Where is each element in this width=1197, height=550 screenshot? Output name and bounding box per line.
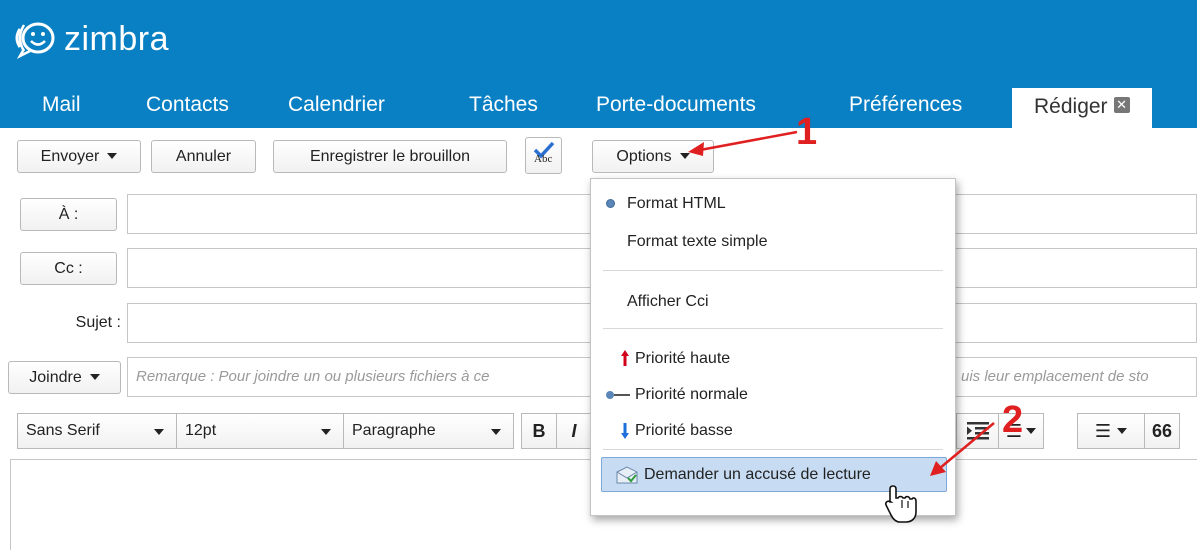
chevron-down-icon bbox=[107, 152, 118, 159]
priority-high-arrow-icon bbox=[621, 350, 629, 366]
chevron-down-icon bbox=[679, 152, 690, 159]
read-receipt-envelope-icon bbox=[616, 466, 638, 484]
chevron-down-icon bbox=[321, 429, 331, 435]
cc-button[interactable]: Cc : bbox=[20, 252, 117, 285]
font-size-value: 12pt bbox=[185, 422, 217, 439]
send-button[interactable]: Envoyer bbox=[17, 140, 141, 173]
font-family-value: Sans Serif bbox=[26, 422, 100, 439]
menu-item-format-html[interactable]: Format HTML bbox=[627, 194, 726, 214]
bold-button[interactable]: B bbox=[521, 413, 557, 449]
annotation-step-2: 2 bbox=[1002, 399, 1024, 441]
cancel-button[interactable]: Annuler bbox=[151, 140, 256, 173]
tab-preferences[interactable]: Préférences bbox=[847, 85, 964, 128]
numbered-list-icon: ☰ bbox=[1094, 421, 1112, 441]
priority-normal-icon bbox=[606, 391, 630, 399]
attach-hint-text-tail: uis leur emplacement de sto bbox=[958, 358, 1149, 396]
zimbra-logo[interactable]: zimbra bbox=[12, 18, 169, 60]
chevron-down-icon bbox=[1117, 428, 1128, 435]
attach-button[interactable]: Joindre bbox=[8, 361, 121, 394]
attach-button-label: Joindre bbox=[29, 369, 82, 386]
indent-icon bbox=[966, 422, 989, 440]
menu-divider bbox=[603, 270, 943, 271]
menu-item-format-plain-text[interactable]: Format texte simple bbox=[627, 232, 767, 252]
tab-briefcase[interactable]: Porte-documents bbox=[594, 85, 758, 128]
tab-contacts[interactable]: Contacts bbox=[144, 85, 231, 128]
zimbra-logo-icon bbox=[12, 19, 60, 59]
menu-divider bbox=[603, 449, 943, 450]
options-button[interactable]: Options bbox=[592, 140, 714, 173]
chevron-down-icon bbox=[491, 429, 501, 435]
chevron-down-icon bbox=[154, 429, 164, 435]
read-receipt-label: Demander un accusé de lecture bbox=[644, 466, 871, 483]
spellcheck-label: Abc bbox=[534, 153, 553, 165]
menu-item-show-bcc[interactable]: Afficher Cci bbox=[627, 292, 709, 312]
cc-button-label: Cc : bbox=[54, 260, 83, 277]
subject-label: Sujet : bbox=[75, 314, 121, 331]
numbered-list-button[interactable]: ☰ bbox=[1077, 413, 1145, 449]
logo-text: zimbra bbox=[64, 19, 170, 58]
paragraph-style-value: Paragraphe bbox=[352, 422, 436, 439]
send-button-label: Envoyer bbox=[40, 148, 100, 165]
menu-item-priority-high[interactable]: Priorité haute bbox=[635, 349, 730, 369]
annotation-step-1: 1 bbox=[796, 111, 818, 153]
paragraph-style-select[interactable]: Paragraphe bbox=[343, 413, 514, 449]
tab-compose[interactable]: Rédiger ✕ bbox=[1012, 88, 1152, 128]
italic-button[interactable]: I bbox=[556, 413, 592, 449]
menu-item-priority-low[interactable]: Priorité basse bbox=[635, 421, 733, 441]
cancel-button-label: Annuler bbox=[175, 148, 232, 165]
tab-mail[interactable]: Mail bbox=[40, 85, 83, 128]
font-family-select[interactable]: Sans Serif bbox=[17, 413, 177, 449]
indent-button[interactable] bbox=[956, 413, 999, 449]
to-button[interactable]: À : bbox=[20, 198, 117, 231]
menu-divider bbox=[603, 328, 943, 329]
tab-calendar[interactable]: Calendrier bbox=[286, 85, 387, 128]
options-menu: Format HTML Format texte simple Afficher… bbox=[590, 178, 956, 516]
chevron-down-icon bbox=[1026, 428, 1037, 435]
save-draft-label: Enregistrer le brouillon bbox=[309, 148, 471, 165]
top-bar: zimbra Mail Contacts Calendrier Tâches P… bbox=[0, 0, 1197, 128]
selected-dot-icon bbox=[606, 199, 615, 208]
tab-compose-label: Rédiger bbox=[1034, 95, 1108, 118]
font-size-select[interactable]: 12pt bbox=[176, 413, 344, 449]
close-icon[interactable]: ✕ bbox=[1113, 97, 1130, 114]
menu-item-read-receipt[interactable]: Demander un accusé de lecture bbox=[601, 457, 947, 492]
options-button-label: Options bbox=[616, 148, 672, 165]
quote-button[interactable]: 66 bbox=[1144, 413, 1180, 449]
to-button-label: À : bbox=[58, 206, 79, 223]
app-tabs: Mail Contacts Calendrier Tâches Porte-do… bbox=[0, 85, 1197, 128]
menu-item-priority-normal[interactable]: Priorité normale bbox=[635, 385, 748, 405]
tab-tasks[interactable]: Tâches bbox=[467, 85, 540, 128]
attach-hint-text: Remarque : Pour joindre un ou plusieurs … bbox=[136, 368, 490, 385]
chevron-down-icon bbox=[89, 373, 100, 380]
spellcheck-button[interactable]: Abc bbox=[525, 137, 562, 174]
save-draft-button[interactable]: Enregistrer le brouillon bbox=[273, 140, 507, 173]
priority-low-arrow-icon bbox=[621, 423, 629, 439]
